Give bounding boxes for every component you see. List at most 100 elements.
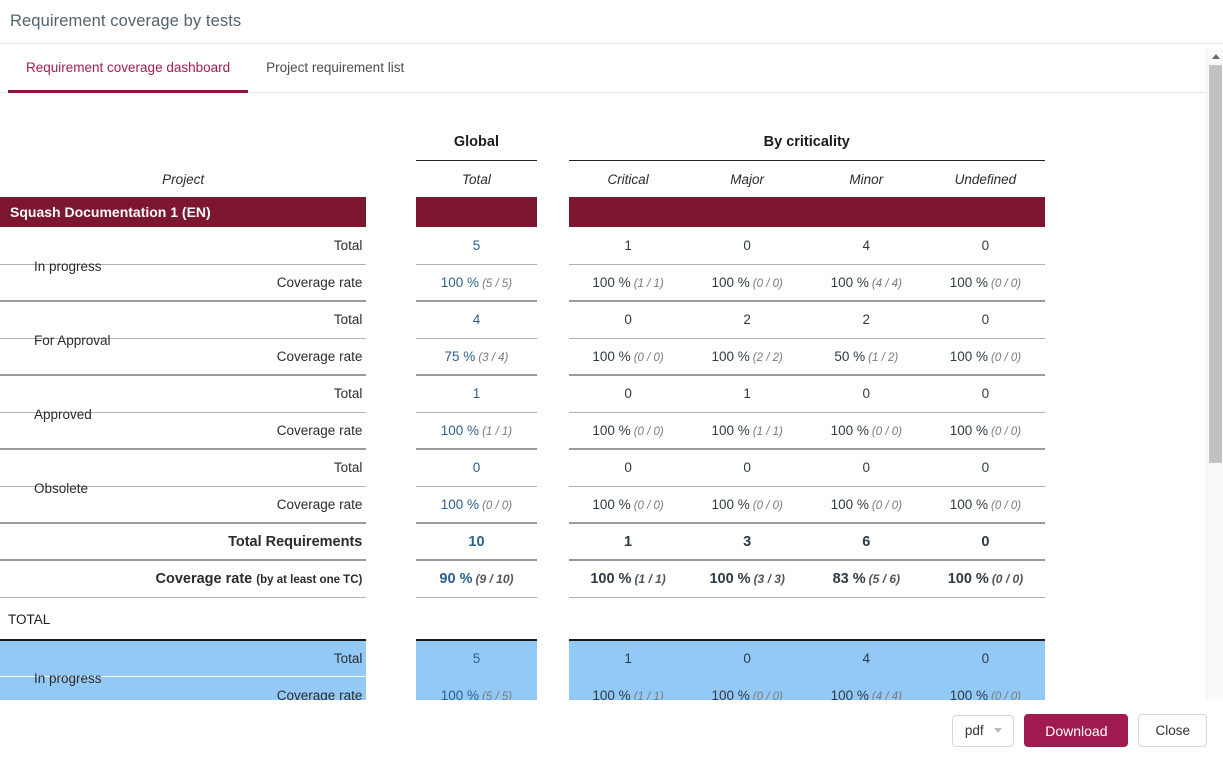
status-total-undefined: 0 — [925, 448, 1045, 486]
project-banner-label-cell: Squash Documentation 1 (EN) — [0, 197, 367, 227]
gap — [537, 375, 569, 412]
status-total-critical: 0 — [568, 448, 688, 486]
summary-coverage-note: (by at least one TC) — [256, 573, 363, 586]
download-button[interactable]: Download — [1024, 714, 1129, 747]
status-total-minor: 4 — [806, 638, 926, 677]
status-total-global[interactable]: 0 — [416, 448, 537, 486]
sub-header-critical: Critical — [607, 172, 649, 187]
status-total-undefined: 0 — [925, 638, 1045, 677]
status-total-critical: 1 — [624, 237, 632, 253]
gap — [537, 640, 569, 677]
gap — [366, 677, 416, 701]
status-label-cell: Total — [0, 448, 367, 486]
status-total-global[interactable]: 4 — [416, 300, 537, 338]
total-requirements-global[interactable]: 10 — [416, 522, 537, 560]
status-coverage-undefined: 100 % (0 / 0) — [925, 485, 1045, 523]
project-banner-row: Squash Documentation 1 (EN) — [0, 197, 1045, 227]
gap — [366, 375, 416, 412]
tab-project-requirement-list[interactable]: Project requirement list — [248, 44, 422, 93]
status-total-major: 1 — [687, 374, 807, 412]
status-coverage-label-cell: Coverage rate Obsolete — [0, 481, 367, 523]
group-header-by-criticality: By criticality — [568, 122, 1045, 161]
gap — [366, 264, 416, 301]
total-section-criticality-empty — [568, 596, 1045, 640]
status-coverage-global[interactable]: 100 % (0 / 0) — [416, 485, 537, 523]
close-button[interactable]: Close — [1138, 714, 1207, 747]
status-coverage-major: 100 % (0 / 0) — [687, 263, 807, 301]
report-scroll-area[interactable]: Global By criticality Project Total Crit… — [0, 94, 1223, 700]
summary-coverage-major: 100 % (3 / 3) — [687, 559, 807, 597]
status-sublabel-total: Total — [333, 312, 363, 328]
total-section-global-empty — [416, 596, 537, 640]
scroll-up-arrow-icon[interactable] — [1207, 48, 1223, 65]
gap — [366, 560, 416, 597]
sub-header-major: Major — [730, 172, 765, 187]
status-total-row: Total 1 0 1 0 0 — [0, 374, 1045, 412]
status-total-undefined: 0 — [925, 374, 1045, 412]
status-coverage-undefined: 100 % (0 / 0) — [925, 676, 1045, 700]
total-requirements-critical: 1 — [568, 522, 688, 560]
gap — [537, 677, 569, 701]
tab-label: Requirement coverage dashboard — [26, 59, 231, 75]
export-format-select[interactable]: pdf — [952, 714, 1015, 747]
status-label-cell: Total — [0, 638, 367, 677]
status-coverage-critical: 100 % (0 / 0) — [568, 411, 688, 449]
dialog-footer: pdf Download Close — [0, 700, 1223, 760]
tab-requirement-coverage-dashboard[interactable]: Requirement coverage dashboard — [8, 44, 249, 93]
gap — [537, 412, 569, 449]
group-header-global: Global — [416, 122, 537, 161]
summary-coverage-label: Coverage rate (by at least one TC) — [155, 570, 363, 587]
status-coverage-undefined: 100 % (0 / 0) — [925, 337, 1045, 375]
status-total-undefined: 0 — [981, 237, 990, 253]
summary-coverage-global[interactable]: 90 % (9 / 10) — [416, 559, 537, 597]
gap — [366, 197, 416, 227]
status-coverage-critical: 100 % (1 / 1) — [568, 263, 688, 301]
gap — [366, 640, 416, 677]
status-coverage-label-cell: Coverage rate For Approval — [0, 333, 367, 375]
tab-bar: Requirement coverage dashboard Project r… — [0, 44, 1223, 93]
status-coverage-minor: 100 % (4 / 4) — [806, 263, 926, 301]
status-coverage-critical: 100 % (0 / 0) — [568, 485, 688, 523]
gap — [537, 161, 569, 198]
total-requirements-minor: 6 — [806, 522, 926, 560]
tab-label: Project requirement list — [266, 59, 405, 75]
status-total-global[interactable]: 1 — [416, 374, 537, 412]
status-total-global[interactable]: 5 — [416, 638, 537, 677]
status-total-global[interactable]: 5 — [416, 227, 536, 264]
gap — [366, 523, 416, 560]
total-section-label: TOTAL — [0, 596, 367, 640]
sub-header-total: Total — [462, 172, 491, 187]
scrollbar-thumb[interactable] — [1209, 65, 1222, 463]
project-banner-global-cell — [416, 197, 537, 227]
summary-coverage-rate-row: Coverage rate (by at least one TC) 90 %(… — [0, 559, 1045, 597]
status-total-minor: 0 — [806, 374, 926, 412]
gap — [366, 338, 416, 375]
status-coverage-global[interactable]: 100 % (5 / 5) — [416, 263, 537, 301]
project-banner-criticality-cell — [568, 197, 1045, 227]
group-header-row: Global By criticality — [0, 122, 1045, 161]
gap — [537, 197, 569, 227]
status-total-major: 0 — [743, 237, 751, 253]
status-coverage-major: 100 % (1 / 1) — [687, 411, 807, 449]
status-coverage-minor: 100 % (0 / 0) — [806, 411, 926, 449]
dialog-titlebar: Requirement coverage by tests — [0, 0, 1223, 44]
gap — [537, 122, 569, 161]
gap — [537, 227, 569, 264]
status-sublabel-coverage: Coverage rate — [276, 496, 363, 512]
chevron-down-icon — [993, 728, 1002, 733]
status-total-minor: 0 — [806, 448, 926, 486]
total-requirements-major: 3 — [687, 522, 807, 560]
status-coverage-major: 100 % (2 / 2) — [687, 337, 807, 375]
status-coverage-major: 100 % (0 / 0) — [687, 676, 807, 700]
status-total-row: Total 5 1 0 4 0 — [0, 638, 1045, 677]
status-coverage-global[interactable]: 75 % (3 / 4) — [416, 337, 537, 375]
summary-coverage-critical: 100 % (1 / 1) — [568, 559, 688, 597]
gap — [366, 227, 416, 264]
status-coverage-global[interactable]: 100 % (1 / 1) — [416, 411, 537, 449]
status-coverage-global[interactable]: 100 % (5 / 5) — [416, 676, 537, 700]
vertical-scrollbar[interactable] — [1206, 48, 1223, 722]
gap — [537, 264, 569, 301]
status-sublabel-total: Total — [333, 650, 363, 666]
total-requirements-label: Total Requirements — [228, 533, 363, 550]
total-section-row: TOTAL — [0, 596, 1045, 640]
